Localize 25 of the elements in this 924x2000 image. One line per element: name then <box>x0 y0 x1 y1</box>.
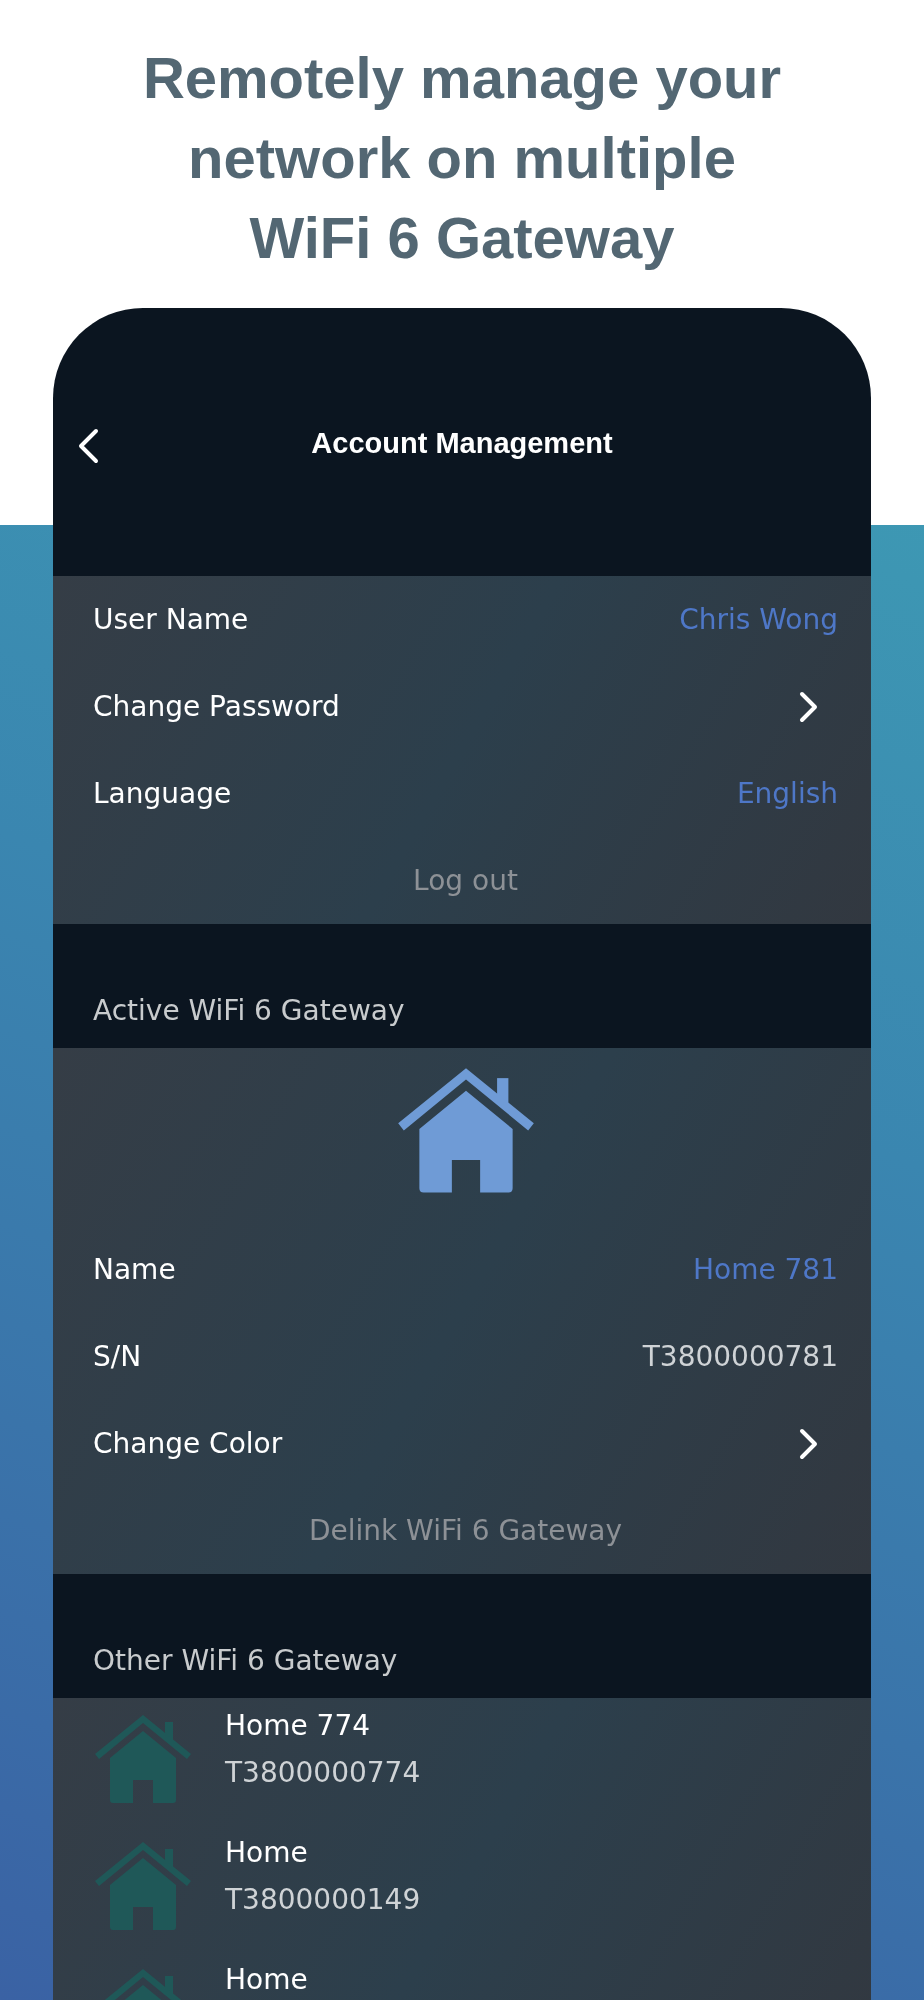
chevron-icon[interactable] <box>798 1427 818 1460</box>
field-label: Language <box>93 775 232 812</box>
gateway-name[interactable]: Home 774 <box>225 1708 421 1744</box>
field-value: T3800000781 <box>642 1338 838 1375</box>
serial-number: T3800000149 <box>225 1882 421 1918</box>
gateway-name[interactable]: Home <box>225 1835 421 1871</box>
field-label: Name <box>93 1251 176 1288</box>
screen-title: Account Management <box>311 426 613 461</box>
headline-text: Remotely manage your <box>141 44 783 112</box>
back-icon[interactable] <box>77 428 99 464</box>
headline-text: WiFi 6 Gateway <box>248 204 676 272</box>
field-label: S/N <box>93 1338 142 1375</box>
action-link[interactable]: Delink WiFi 6 Gateway <box>308 1509 623 1552</box>
menu-item[interactable]: Change Password <box>93 685 340 728</box>
field-value: English <box>736 775 838 812</box>
headline-text: network on multiple <box>187 124 737 192</box>
chevron-icon[interactable] <box>798 690 818 723</box>
menu-item[interactable]: Change Color <box>93 1422 283 1465</box>
field-value: Home 781 <box>692 1251 838 1288</box>
gateway-name[interactable]: Home <box>225 1962 308 1998</box>
serial-number: T3800000774 <box>225 1755 421 1791</box>
field-value: Chris Wong <box>679 601 838 638</box>
section-header: Active WiFi 6 Gateway <box>93 993 405 1029</box>
section-header: Other WiFi 6 Gateway <box>93 1643 398 1679</box>
field-label: User Name <box>93 601 249 638</box>
